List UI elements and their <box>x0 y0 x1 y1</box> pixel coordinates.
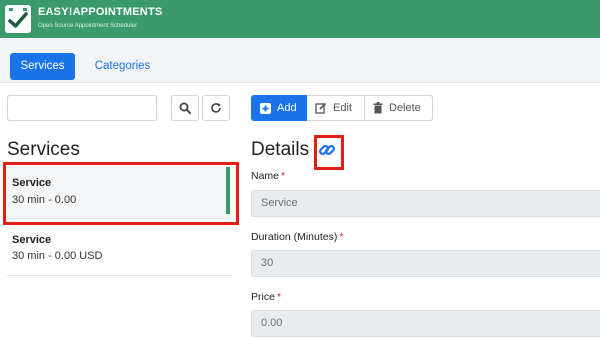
reload-button[interactable] <box>202 95 230 121</box>
services-list-title: Services <box>7 139 80 160</box>
tab-categories[interactable]: Categories <box>85 53 160 80</box>
tab-services[interactable]: Services <box>10 53 75 80</box>
edit-button[interactable]: Edit <box>307 95 365 121</box>
service-list-item[interactable]: Service 30 min - 0.00 USD <box>7 226 231 276</box>
duration-label-text: Duration (Minutes) <box>251 231 338 243</box>
price-label-text: Price <box>251 291 275 303</box>
selected-indicator <box>226 167 230 214</box>
details-toolbar: Add Edit Delete <box>251 95 433 121</box>
plus-square-icon <box>260 102 271 114</box>
edit-icon <box>315 102 327 114</box>
service-item-name: Service <box>12 177 52 189</box>
required-marker: * <box>339 231 344 243</box>
delete-button[interactable]: Delete <box>365 95 433 121</box>
required-marker: * <box>281 170 286 182</box>
link-icon[interactable] <box>318 141 336 159</box>
name-label: Name * <box>251 170 285 182</box>
delete-button-label: Delete <box>389 102 421 114</box>
service-item-name: Service <box>12 234 52 246</box>
trash-icon <box>373 102 383 114</box>
service-item-meta: 30 min - 0.00 USD <box>12 250 103 262</box>
checkmark-logo-icon <box>8 12 28 28</box>
service-item-meta: 30 min - 0.00 <box>12 194 77 206</box>
search-icon <box>179 102 191 114</box>
edit-button-label: Edit <box>333 102 352 114</box>
required-marker: * <box>276 291 282 303</box>
service-list-item[interactable]: Service 30 min - 0.00 <box>7 166 231 219</box>
name-field[interactable]: Service <box>251 190 600 217</box>
search-button[interactable] <box>171 95 199 121</box>
app-title: EASY!APPOINTMENTS <box>38 6 163 18</box>
duration-field[interactable]: 30 <box>251 250 600 277</box>
details-title: Details <box>251 139 310 160</box>
app-logo[interactable] <box>5 5 31 33</box>
duration-label: Duration (Minutes) * <box>251 231 343 243</box>
top-navbar: EASY!APPOINTMENTS Open Source Appointmen… <box>0 0 600 38</box>
app-subtitle: Open Source Appointment Scheduler <box>38 23 138 29</box>
name-label-text: Name <box>251 170 280 182</box>
tab-bar: Services Categories <box>0 38 600 83</box>
price-label: Price * <box>251 291 281 303</box>
search-input[interactable] <box>7 95 157 121</box>
price-field[interactable]: 0.00 <box>251 310 600 337</box>
add-button[interactable]: Add <box>251 95 307 121</box>
add-button-label: Add <box>277 102 297 114</box>
reload-icon <box>211 103 221 113</box>
